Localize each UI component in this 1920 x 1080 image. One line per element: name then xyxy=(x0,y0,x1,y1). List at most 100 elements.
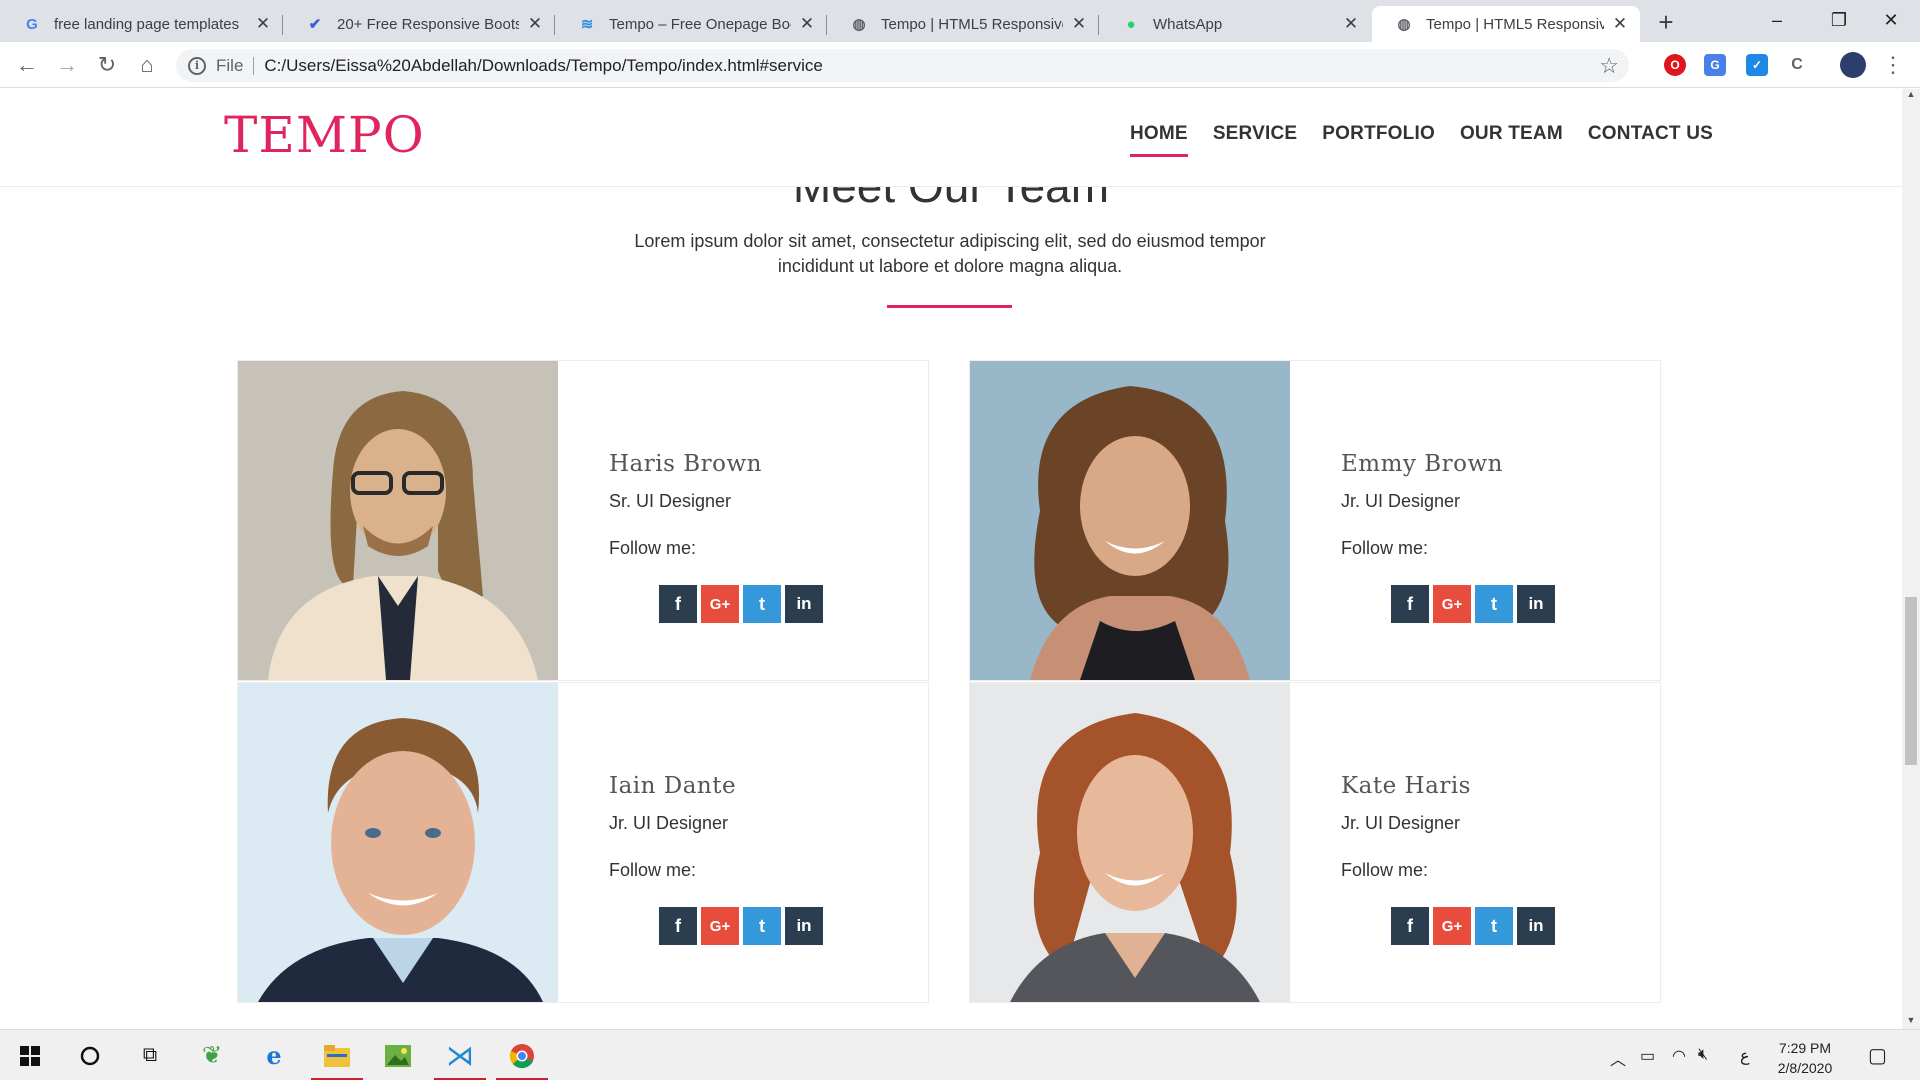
tab-title: 20+ Free Responsive Bootstrap xyxy=(337,15,519,33)
battery-icon[interactable]: ▭ xyxy=(1640,1046,1655,1066)
tab-title: Tempo | HTML5 Responsive xyxy=(881,15,1063,33)
search-circle-icon[interactable] xyxy=(64,1030,116,1080)
tab-tempo-html5-1[interactable]: ◍ Tempo | HTML5 Responsive ✕ xyxy=(827,6,1099,42)
linkedin-icon[interactable]: in xyxy=(785,907,823,945)
clock-date: 2/8/2020 xyxy=(1777,1060,1833,1076)
facebook-icon[interactable]: f xyxy=(1391,585,1429,623)
twitter-icon[interactable]: t xyxy=(743,585,781,623)
tab-title: Tempo – Free Onepage Bootstrap xyxy=(609,15,791,33)
follow-label: Follow me: xyxy=(609,860,697,880)
translate-extension-icon[interactable]: G xyxy=(1704,54,1726,76)
team-card: Iain Dante Jr. UI Designer Follow me: f … xyxy=(237,682,929,1003)
follow-label: Follow me: xyxy=(1341,538,1429,558)
site-header: TEMPO HOME SERVICE PORTFOLIO OUR TEAM CO… xyxy=(0,89,1902,187)
tab-free-landing-page[interactable]: G free landing page templates ✕ xyxy=(0,6,283,42)
member-name: Haris Brown xyxy=(609,451,762,477)
tab-whatsapp[interactable]: ● WhatsApp ✕ xyxy=(1099,6,1371,42)
close-tab-icon[interactable]: ✕ xyxy=(797,14,817,34)
back-button[interactable]: ← xyxy=(12,50,42,80)
nav-service[interactable]: SERVICE xyxy=(1213,123,1297,145)
member-role: Sr. UI Designer xyxy=(609,491,732,511)
close-tab-icon[interactable]: ✕ xyxy=(525,14,545,34)
web-page: TEMPO HOME SERVICE PORTFOLIO OUR TEAM CO… xyxy=(0,89,1902,1029)
social-links: f G+ t in xyxy=(659,907,823,945)
new-tab-button[interactable]: + xyxy=(1648,6,1684,42)
scrollbar-thumb[interactable] xyxy=(1905,597,1917,765)
google-plus-icon[interactable]: G+ xyxy=(701,907,739,945)
address-url: C:/Users/Eissa%20Abdellah/Downloads/Temp… xyxy=(264,55,823,75)
page-scrollbar[interactable]: ▲ ▼ xyxy=(1902,89,1920,1029)
nav-our-team[interactable]: OUR TEAM xyxy=(1460,123,1563,145)
tab-tempo-free-onepage[interactable]: ≋ Tempo – Free Onepage Bootstrap ✕ xyxy=(555,6,827,42)
input-language[interactable]: ع xyxy=(1740,1046,1750,1066)
system-clock[interactable]: 7:29 PM 2/8/2020 xyxy=(1767,1038,1843,1078)
volume-muted-icon[interactable]: 🔇︎ xyxy=(1698,1046,1708,1064)
follow-label: Follow me: xyxy=(609,538,697,558)
adblock-extension-icon[interactable]: O xyxy=(1664,54,1686,76)
windows-taskbar: ⧉ ❦ e ⋊ ︿ ▭ ◠ 🔇︎ ع 7:29 PM 2/8/2020 ▢ xyxy=(0,1029,1920,1080)
minimize-button[interactable]: – xyxy=(1746,0,1808,40)
google-plus-icon[interactable]: G+ xyxy=(1433,907,1471,945)
site-logo[interactable]: TEMPO xyxy=(224,106,425,164)
colorzilla-extension-icon[interactable]: C xyxy=(1786,54,1808,76)
task-view-icon[interactable]: ⧉ xyxy=(124,1030,176,1080)
close-window-button[interactable]: ✕ xyxy=(1860,0,1920,40)
tab-tempo-html5-active[interactable]: ◍ Tempo | HTML5 Responsive ✕ xyxy=(1372,6,1640,42)
edge-browser-icon[interactable]: e xyxy=(248,1030,300,1080)
team-member-photo xyxy=(970,361,1290,680)
bookmark-star-icon[interactable]: ☆ xyxy=(1599,53,1619,79)
scroll-up-arrow-icon[interactable]: ▲ xyxy=(1902,89,1920,103)
reload-button[interactable]: ↻ xyxy=(92,50,122,80)
tab-title: free landing page templates xyxy=(54,15,240,33)
menu-kebab-icon[interactable]: ⋮ xyxy=(1878,50,1908,80)
google-plus-icon[interactable]: G+ xyxy=(1433,585,1471,623)
facebook-icon[interactable]: f xyxy=(659,585,697,623)
scroll-down-arrow-icon[interactable]: ▼ xyxy=(1902,1015,1920,1029)
nav-portfolio[interactable]: PORTFOLIO xyxy=(1322,123,1435,145)
whatsapp-icon: ● xyxy=(1126,15,1136,33)
image-viewer-icon[interactable] xyxy=(372,1030,424,1080)
shield-extension-icon[interactable]: ✓ xyxy=(1746,54,1768,76)
vscode-icon[interactable]: ⋊ xyxy=(434,1030,486,1080)
tab-title: WhatsApp xyxy=(1153,15,1223,33)
facebook-icon[interactable]: f xyxy=(1391,907,1429,945)
main-nav: HOME SERVICE PORTFOLIO OUR TEAM CONTACT … xyxy=(1130,123,1738,157)
team-member-photo xyxy=(238,361,558,680)
bootstrap-icon: ≋ xyxy=(580,16,594,33)
site-info-icon[interactable]: i xyxy=(188,56,206,75)
tray-chevron-up-icon[interactable]: ︿ xyxy=(1610,1046,1626,1070)
close-tab-icon[interactable]: ✕ xyxy=(1069,14,1089,34)
google-plus-icon[interactable]: G+ xyxy=(701,585,739,623)
chrome-browser-icon[interactable] xyxy=(496,1030,548,1080)
check-logo-icon: ✔ xyxy=(308,16,322,33)
linkedin-icon[interactable]: in xyxy=(1517,585,1555,623)
address-bar[interactable]: i File C:/Users/Eissa%20Abdellah/Downloa… xyxy=(176,49,1629,82)
tab-title: Tempo | HTML5 Responsive xyxy=(1426,15,1604,33)
tab-20-free-responsive[interactable]: ✔ 20+ Free Responsive Bootstrap ✕ xyxy=(283,6,555,42)
team-card: Kate Haris Jr. UI Designer Follow me: f … xyxy=(969,682,1661,1003)
social-links: f G+ t in xyxy=(659,585,823,623)
close-tab-icon[interactable]: ✕ xyxy=(1610,14,1630,34)
nav-home[interactable]: HOME xyxy=(1130,123,1188,157)
facebook-icon[interactable]: f xyxy=(659,907,697,945)
close-tab-icon[interactable]: ✕ xyxy=(253,14,273,34)
file-explorer-icon[interactable] xyxy=(311,1030,363,1080)
linkedin-icon[interactable]: in xyxy=(1517,907,1555,945)
notification-center-icon[interactable]: ▢ xyxy=(1868,1043,1887,1068)
google-icon: G xyxy=(26,15,38,33)
nav-contact-us[interactable]: CONTACT US xyxy=(1588,123,1713,145)
section-divider xyxy=(887,305,1012,308)
mongodb-leaf-icon[interactable]: ❦ xyxy=(186,1030,238,1080)
social-links: f G+ t in xyxy=(1391,585,1555,623)
profile-avatar[interactable] xyxy=(1840,52,1866,78)
twitter-icon[interactable]: t xyxy=(743,907,781,945)
close-tab-icon[interactable]: ✕ xyxy=(1341,14,1361,34)
member-name: Kate Haris xyxy=(1341,773,1471,799)
wifi-icon[interactable]: ◠ xyxy=(1672,1046,1686,1066)
windows-start-icon[interactable] xyxy=(4,1030,56,1080)
twitter-icon[interactable]: t xyxy=(1475,585,1513,623)
linkedin-icon[interactable]: in xyxy=(785,585,823,623)
home-button[interactable]: ⌂ xyxy=(132,50,162,80)
twitter-icon[interactable]: t xyxy=(1475,907,1513,945)
forward-button[interactable]: → xyxy=(52,50,82,80)
